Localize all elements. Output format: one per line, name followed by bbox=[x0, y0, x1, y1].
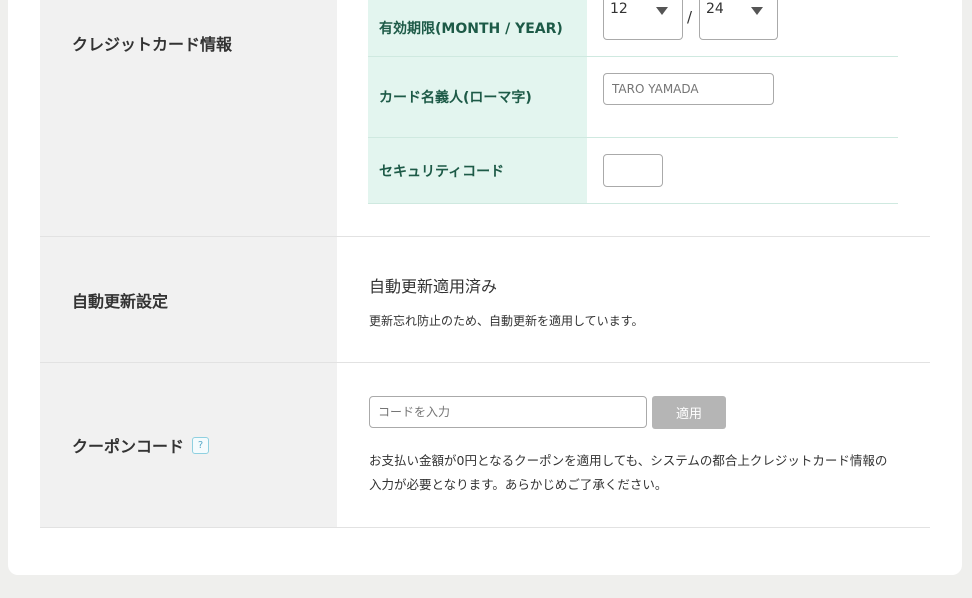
help-icon[interactable]: ? bbox=[192, 436, 210, 454]
expiry-separator: / bbox=[687, 8, 693, 26]
coupon-row: クーポンコード? 適用 お支払い金額が0円となるクーポンを適用しても、システムの… bbox=[40, 363, 930, 528]
auto-renew-row: 自動更新設定 自動更新適用済み 更新忘れ防止のため、自動更新を適用しています。 bbox=[40, 237, 930, 363]
expiry-year-value: 24 bbox=[706, 1, 724, 17]
coupon-label-cell: クーポンコード? bbox=[40, 363, 337, 527]
expiry-month-select[interactable]: 12 bbox=[603, 0, 683, 40]
holder-row: カード名義人(ローマ字) bbox=[368, 57, 898, 138]
auto-renew-status: 自動更新適用済み bbox=[369, 277, 498, 296]
expiry-month-value: 12 bbox=[610, 1, 628, 17]
card-holder-input[interactable] bbox=[603, 73, 774, 105]
holder-label: カード名義人(ローマ字) bbox=[368, 57, 587, 137]
security-code-input[interactable] bbox=[603, 154, 663, 187]
coupon-label: クーポンコード bbox=[72, 437, 185, 456]
expiry-row: 有効期限(MONTH / YEAR) 12 / 24 bbox=[368, 0, 898, 57]
chevron-down-icon bbox=[751, 7, 763, 15]
coupon-note: お支払い金額が0円となるクーポンを適用しても、システムの都合上クレジットカード情… bbox=[369, 453, 888, 492]
security-label: セキュリティコード bbox=[368, 138, 587, 203]
chevron-down-icon bbox=[656, 7, 668, 15]
expiry-label: 有効期限(MONTH / YEAR) bbox=[368, 0, 587, 56]
auto-renew-note: 更新忘れ防止のため、自動更新を適用しています。 bbox=[369, 314, 644, 328]
coupon-code-input[interactable] bbox=[369, 396, 647, 428]
apply-coupon-button[interactable]: 適用 bbox=[652, 396, 726, 429]
credit-card-label: クレジットカード情報 bbox=[40, 0, 337, 236]
auto-renew-label: 自動更新設定 bbox=[40, 237, 337, 362]
expiry-year-select[interactable]: 24 bbox=[699, 0, 778, 40]
security-row: セキュリティコード bbox=[368, 138, 898, 204]
